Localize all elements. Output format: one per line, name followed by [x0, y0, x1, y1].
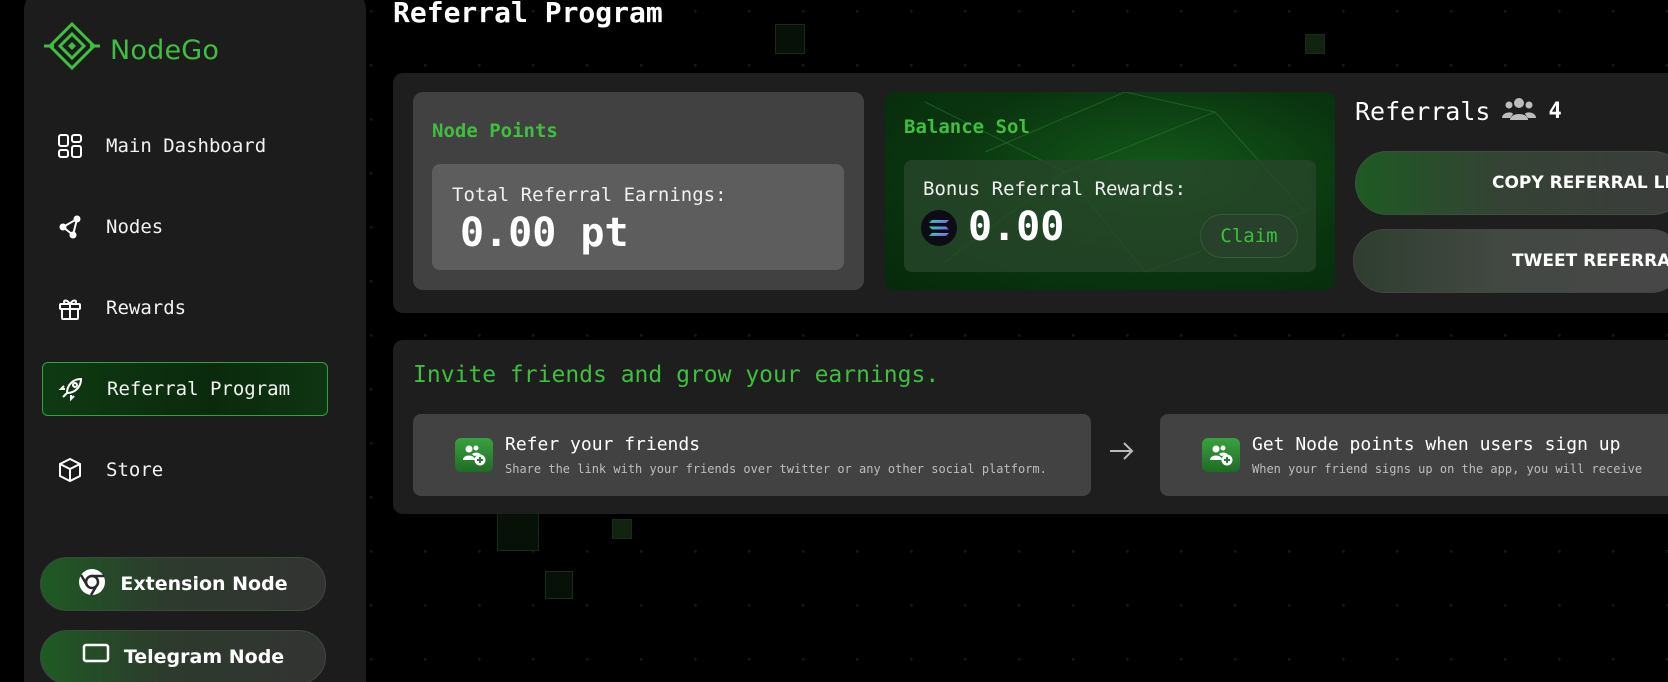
users-icon — [1502, 96, 1537, 126]
background-square — [545, 571, 573, 599]
bonus-rewards-label: Bonus Referral Rewards: — [923, 178, 1187, 200]
step-title: Get Node points when users sign up — [1252, 434, 1621, 455]
claim-button[interactable]: Claim — [1200, 214, 1298, 258]
sidebar: NodeGo Main Dashboard Nodes Rewards Refe… — [24, 0, 366, 682]
telegram-node-label: Telegram Node — [123, 646, 285, 668]
background-square — [775, 24, 805, 54]
tweet-referral-label: TWEET REFERRAL — [1512, 251, 1668, 271]
total-earnings-label: Total Referral Earnings: — [452, 184, 727, 206]
background-square — [497, 509, 539, 551]
dashboard-grid-icon — [56, 132, 84, 160]
chrome-icon — [78, 568, 106, 601]
sidebar-item-label: Rewards — [106, 297, 187, 319]
sidebar-item-rewards[interactable]: Rewards — [42, 281, 328, 335]
copy-referral-link-label: COPY REFERRAL LINK — [1492, 173, 1668, 193]
box-icon — [56, 456, 84, 484]
sidebar-item-label: Nodes — [106, 216, 164, 238]
gift-icon — [56, 294, 84, 322]
brand-name: NodeGo — [110, 34, 220, 66]
sidebar-item-nodes[interactable]: Nodes — [42, 200, 328, 254]
node-points-title: Node Points — [432, 120, 558, 142]
step-title: Refer your friends — [505, 434, 701, 455]
sidebar-item-label: Store — [106, 459, 164, 481]
sidebar-item-main-dashboard[interactable]: Main Dashboard — [42, 119, 328, 173]
background-square — [1305, 34, 1325, 54]
brand[interactable]: NodeGo — [44, 21, 220, 78]
add-user-icon — [455, 438, 493, 472]
balance-sol-title: Balance Sol — [904, 116, 1030, 138]
background-square — [612, 519, 632, 539]
extension-node-button[interactable]: Extension Node — [40, 557, 326, 611]
nodes-share-icon — [56, 213, 84, 241]
referrals-title: Referrals — [1355, 96, 1491, 126]
step-description: Share the link with your friends over tw… — [505, 462, 1047, 476]
nodego-logo-icon — [44, 21, 100, 78]
step-description: When your friend signs up on the app, yo… — [1252, 462, 1643, 476]
tweet-referral-button[interactable]: TWEET REFERRAL — [1353, 229, 1668, 293]
solana-icon — [921, 210, 957, 246]
monitor-icon — [82, 641, 110, 674]
total-earnings-box: Total Referral Earnings: 0.00 pt — [432, 164, 844, 270]
step-card-refer-friends: Refer your friends Share the link with y… — [413, 414, 1091, 496]
step-card-node-points: Get Node points when users sign up When … — [1160, 414, 1668, 496]
page-title: Referral Program — [393, 0, 663, 29]
referrals-header: Referrals 4 — [1355, 96, 1562, 126]
add-user-icon — [1202, 438, 1240, 472]
referrals-count: 4 — [1548, 98, 1562, 124]
total-earnings-value: 0.00 pt — [460, 210, 629, 256]
node-points-card: Node Points Total Referral Earnings: 0.0… — [413, 92, 864, 290]
arrow-right-icon — [1108, 440, 1136, 466]
sidebar-item-referral-program[interactable]: Referral Program — [42, 362, 328, 416]
balance-sol-card: Balance Sol Bonus Referral Rewards: 0.00… — [885, 92, 1335, 290]
telegram-node-button[interactable]: Telegram Node — [40, 630, 326, 682]
sidebar-item-store[interactable]: Store — [42, 443, 328, 497]
sidebar-item-label: Referral Program — [107, 378, 291, 400]
extension-node-label: Extension Node — [120, 573, 288, 595]
bonus-rewards-box: Bonus Referral Rewards: 0.00 Claim — [904, 160, 1316, 272]
rocket-icon — [57, 375, 85, 403]
copy-referral-link-button[interactable]: COPY REFERRAL LINK — [1355, 151, 1668, 215]
bonus-rewards-value: 0.00 — [968, 204, 1065, 250]
invite-title: Invite friends and grow your earnings. — [413, 362, 940, 388]
sidebar-item-label: Main Dashboard — [106, 135, 267, 157]
